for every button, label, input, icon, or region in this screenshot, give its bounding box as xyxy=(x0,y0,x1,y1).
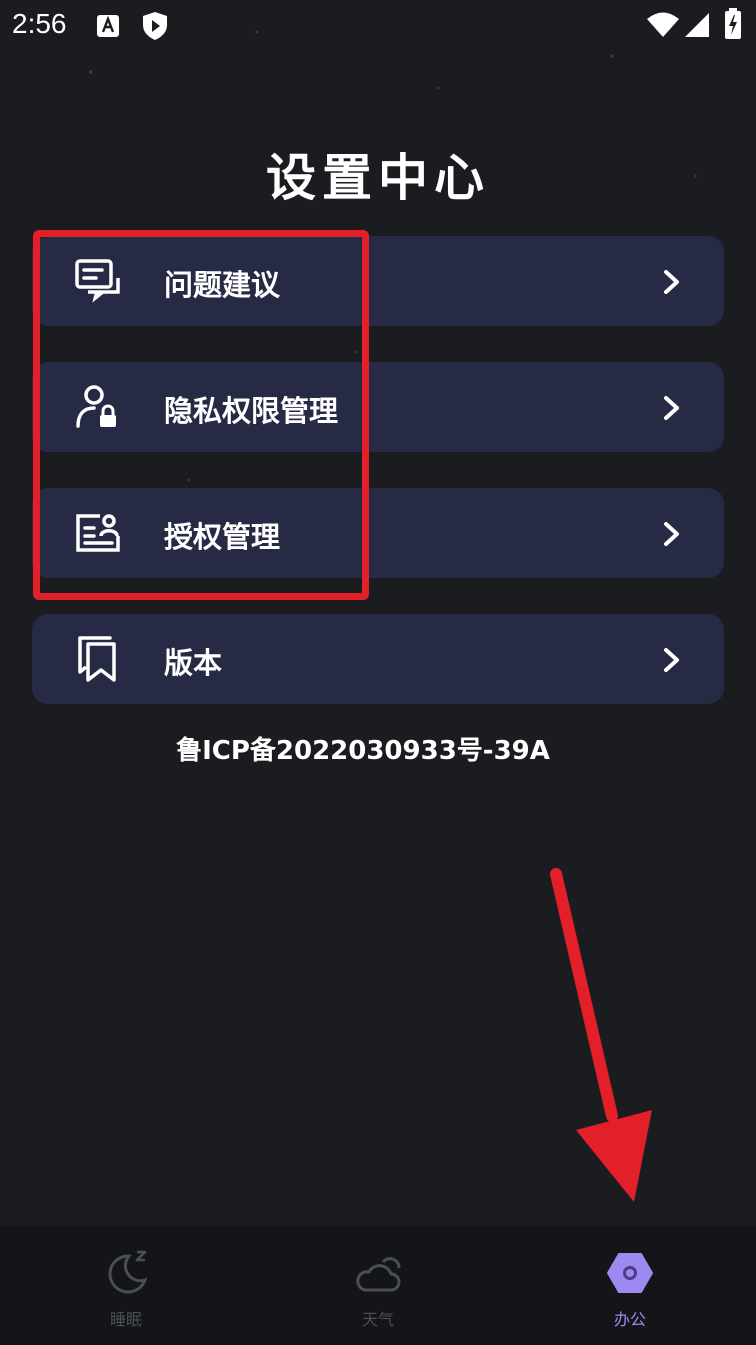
nav-item-office[interactable]: 办公 xyxy=(504,1226,756,1345)
feedback-icon xyxy=(75,259,120,303)
menu-item-label: 隐私权限管理 xyxy=(164,394,339,428)
play-protect-icon xyxy=(143,12,167,40)
moon-z-icon xyxy=(108,1250,148,1294)
bottom-nav: 睡眠 天气 办公 xyxy=(0,1226,756,1345)
id-card-icon xyxy=(76,514,120,552)
book-icon xyxy=(78,636,116,682)
menu-item-label: 问题建议 xyxy=(164,268,281,302)
menu-item-authorization[interactable]: 授权管理 xyxy=(32,488,724,578)
chevron-right-icon xyxy=(664,522,679,546)
hexagon-icon xyxy=(607,1253,653,1293)
nav-label: 天气 xyxy=(361,1310,394,1329)
page-title: 设置中心 xyxy=(266,149,490,207)
status-time: 2:56 xyxy=(12,8,67,39)
text-a-icon xyxy=(97,15,119,37)
chevron-right-icon xyxy=(664,648,679,672)
nav-label: 睡眠 xyxy=(109,1310,142,1329)
nav-label: 办公 xyxy=(613,1310,646,1329)
menu-item-label: 版本 xyxy=(164,646,223,680)
chevron-right-icon xyxy=(664,396,679,420)
menu-item-feedback[interactable]: 问题建议 xyxy=(32,236,724,326)
nav-item-sleep[interactable]: 睡眠 xyxy=(0,1226,252,1345)
status-bar: 2:56 xyxy=(0,0,756,52)
menu-item-label: 授权管理 xyxy=(164,520,281,554)
menu-item-version[interactable]: 版本 xyxy=(32,614,724,704)
wifi-icon xyxy=(647,12,679,37)
icp-registration: 鲁ICP备2022030933号-39A xyxy=(176,736,550,766)
menu-item-privacy[interactable]: 隐私权限管理 xyxy=(32,362,724,452)
cloud-sun-icon xyxy=(356,1257,401,1292)
signal-icon xyxy=(685,13,709,37)
user-lock-icon xyxy=(76,385,116,428)
annotation-arrow-icon xyxy=(550,868,652,1202)
battery-charging-icon xyxy=(725,8,741,39)
settings-screen: 2:56 设置中心 问题建议 隐私权限管理 授权管理 版本 鲁ICP备20220… xyxy=(0,0,756,1345)
chevron-right-icon xyxy=(664,270,679,294)
nav-item-weather[interactable]: 天气 xyxy=(252,1226,504,1345)
settings-menu: 问题建议 隐私权限管理 授权管理 版本 xyxy=(32,236,724,740)
